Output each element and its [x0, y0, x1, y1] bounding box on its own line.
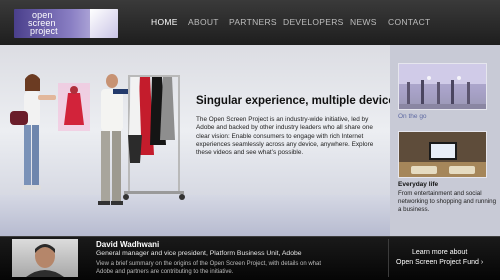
fund-link[interactable]: Open Screen Project Fund ›	[396, 259, 483, 266]
on-the-go-caption[interactable]: On the go	[398, 113, 427, 120]
everyday-life-caption[interactable]: Everyday life	[398, 181, 438, 188]
bottom-divider	[388, 239, 389, 277]
clothing-rack	[123, 75, 185, 200]
nav-contact[interactable]: CONTACT	[388, 17, 431, 27]
speaker-description: View a brief summary on the origins of t…	[96, 261, 322, 275]
nav-news[interactable]: NEWS	[350, 17, 377, 27]
everyday-life-thumbnail[interactable]	[398, 131, 487, 178]
learn-more-link[interactable]: Learn more about	[412, 249, 467, 256]
nav-about[interactable]: ABOUT	[188, 17, 219, 27]
nav-home[interactable]: HOME	[151, 17, 178, 27]
hero-body: The Open Screen Project is an industry-w…	[196, 116, 374, 157]
everyday-life-description: From entertainment and social networking…	[398, 190, 497, 213]
speaker-photo[interactable]	[12, 239, 78, 277]
hero-section: Singular experience, multiple devices Th…	[0, 45, 390, 236]
open-screen-project-logo[interactable]: open screen project	[14, 9, 118, 38]
speaker-title: General manager and vice president, Plat…	[96, 250, 302, 257]
avatar	[26, 244, 64, 277]
hero-illustration	[10, 74, 185, 205]
on-the-go-thumbnail[interactable]	[398, 63, 487, 110]
everyday-life-scene	[399, 132, 486, 177]
projected-dress	[58, 83, 90, 131]
woman-figure	[10, 74, 56, 190]
man-figure	[98, 74, 129, 205]
on-the-go-scene	[399, 64, 486, 109]
logo-text-line3: project	[30, 26, 58, 36]
speaker-name: David Wadhwani	[96, 240, 160, 249]
nav-developers[interactable]: DEVELOPERS	[283, 17, 344, 27]
nav-partners[interactable]: PARTNERS	[229, 17, 277, 27]
hero-title: Singular experience, multiple devices	[196, 95, 390, 107]
